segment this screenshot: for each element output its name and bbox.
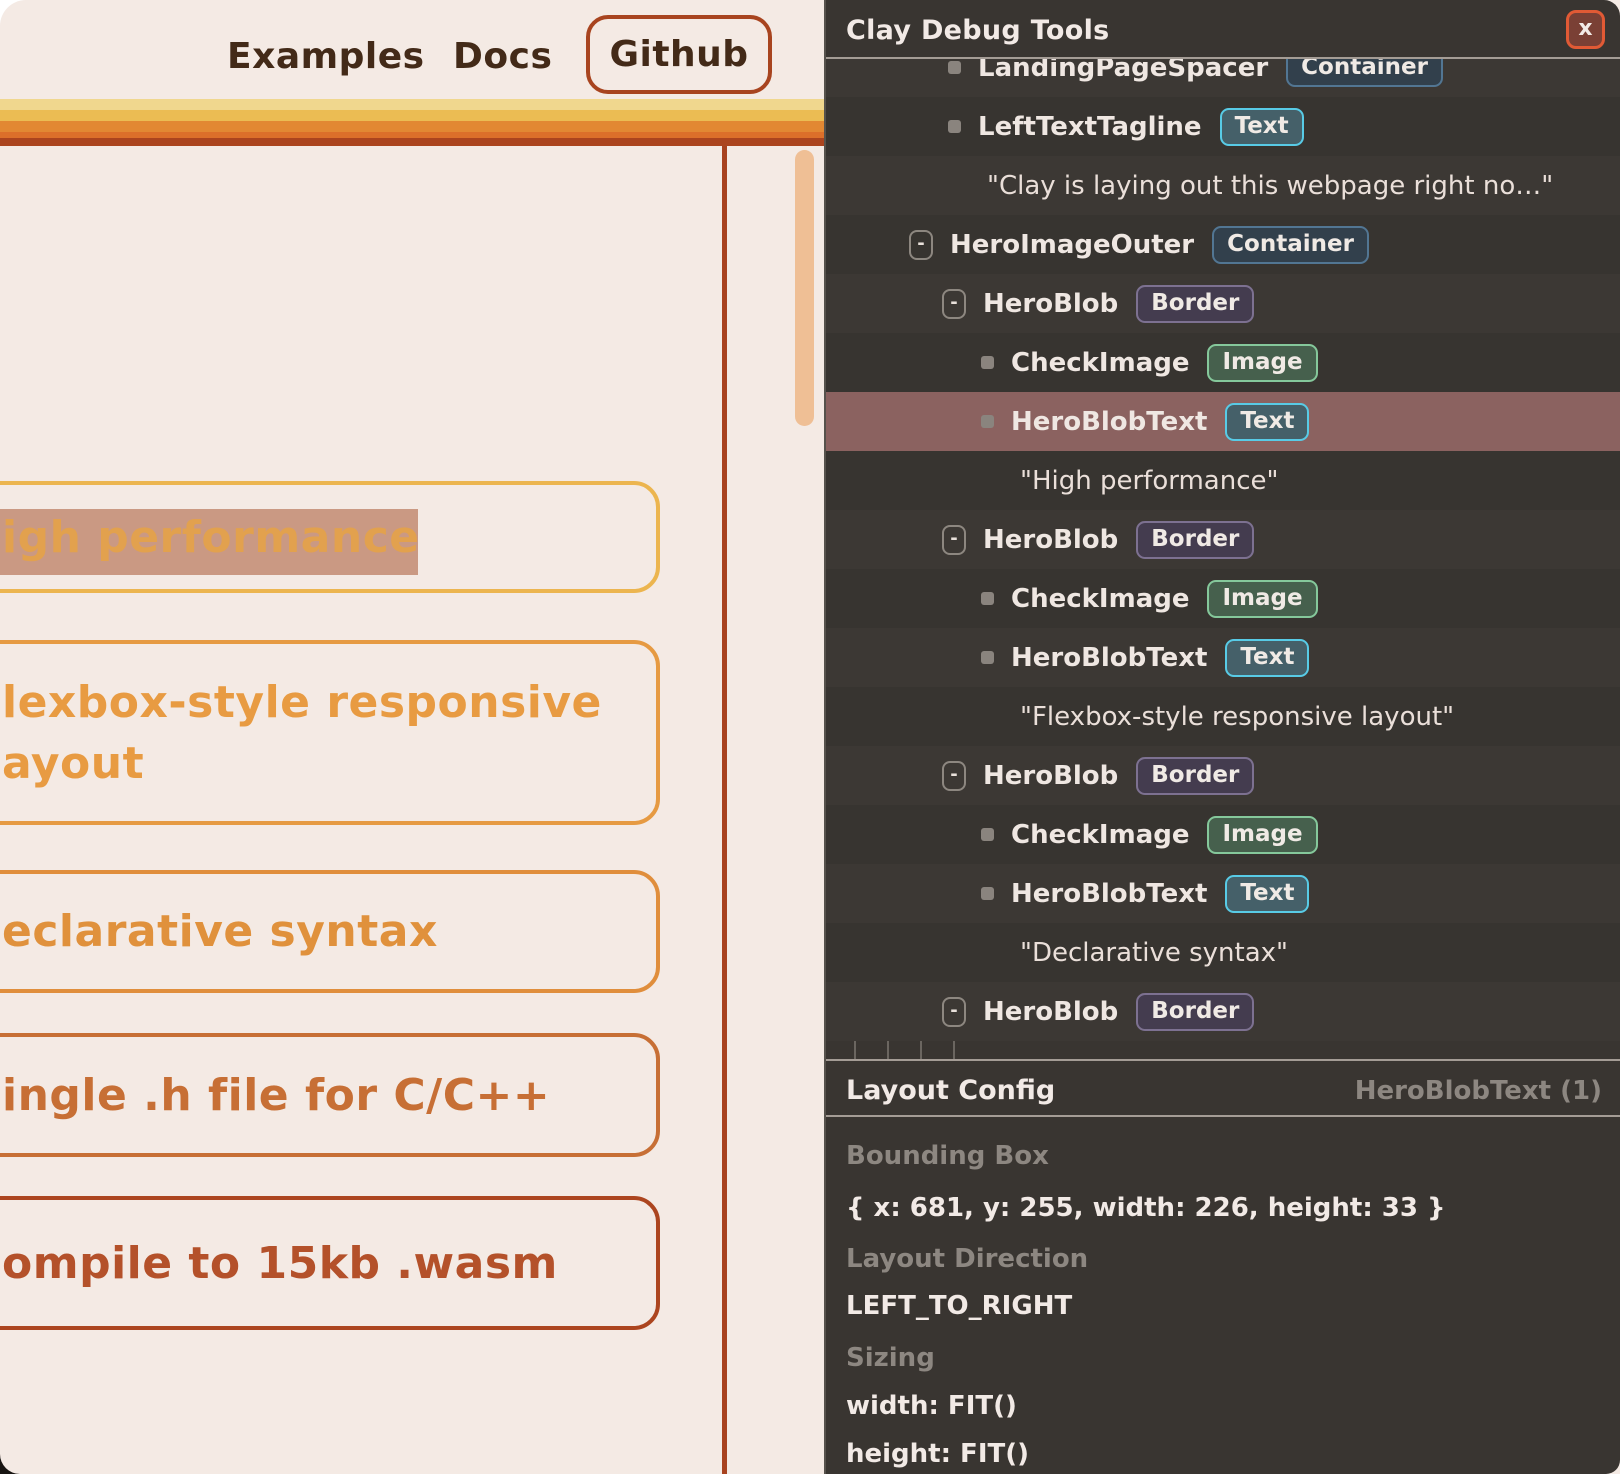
element-type-badge: Text <box>1225 639 1309 677</box>
tree-node-row[interactable]: CheckImage Image <box>826 569 1620 628</box>
tree-node-row[interactable]: -HeroImageOuter Container <box>826 215 1620 274</box>
element-name: CheckImage <box>1011 348 1189 378</box>
element-type-badge: Text <box>1220 108 1304 146</box>
element-type-badge: Image <box>1207 344 1317 382</box>
feature-text: igh performance <box>2 507 656 568</box>
debug-panel-header: Clay Debug Tools x <box>826 0 1620 59</box>
text-content-preview: "Declarative syntax" <box>1020 938 1288 968</box>
collapse-button[interactable]: - <box>942 289 966 319</box>
config-section-label: Layout Direction <box>846 1245 1088 1273</box>
feature-text: lexbox-style responsive <box>2 672 656 733</box>
element-type-badge: Border <box>1136 521 1254 559</box>
nav-link-docs[interactable]: Docs <box>453 36 552 77</box>
element-type-badge: Container <box>1212 226 1369 264</box>
clay-debug-panel: Clay Debug Tools x LandingPageSpacer Cont… <box>824 0 1620 1474</box>
leaf-bullet-icon <box>981 887 994 900</box>
config-section-label: Sizing <box>846 1344 935 1372</box>
tree-node-row[interactable]: -HeroBlob Border <box>826 510 1620 569</box>
tree-node-row[interactable]: HeroBlobText Text <box>826 864 1620 923</box>
feature-text: eclarative syntax <box>2 901 656 962</box>
github-button[interactable]: Github <box>586 15 772 94</box>
tree-node-row[interactable]: CheckImage Image <box>826 333 1620 392</box>
nav-link-examples[interactable]: Examples <box>227 36 425 77</box>
element-type-badge: Image <box>1207 816 1317 854</box>
layout-config-header: Layout Config HeroBlobText (1) <box>826 1059 1620 1117</box>
tree-node-row[interactable]: LeftTextTagline Text <box>826 97 1620 156</box>
text-content-preview: "High performance" <box>1020 466 1278 496</box>
tree-text-row[interactable]: "Declarative syntax" <box>826 923 1620 982</box>
collapse-button[interactable]: - <box>942 997 966 1027</box>
element-name: CheckImage <box>1011 584 1189 614</box>
element-name: HeroImageOuter <box>950 230 1194 260</box>
app-window: Examples Docs Github igh performance lexb… <box>0 0 1620 1474</box>
feature-box: ingle .h file for C/C++ <box>0 1033 660 1157</box>
tree-node-row[interactable]: HeroBlobText Text <box>826 628 1620 687</box>
element-name: HeroBlobText <box>1011 643 1207 673</box>
element-name: HeroBlob <box>983 761 1118 791</box>
debug-panel-title: Clay Debug Tools <box>846 15 1110 46</box>
config-value: { x: 681, y: 255, width: 226, height: 33… <box>846 1194 1446 1222</box>
tree-node-row[interactable]: -HeroBlob Border <box>826 982 1620 1041</box>
selected-element-label: HeroBlobText (1) <box>1355 1076 1602 1106</box>
tree-node-row[interactable]: -HeroBlob Border <box>826 274 1620 333</box>
close-button[interactable]: x <box>1566 10 1605 49</box>
config-section-label: Bounding Box <box>846 1142 1049 1170</box>
tree-text-row[interactable]: "High performance" <box>826 451 1620 510</box>
feature-text: ingle .h file for C/C++ <box>2 1065 656 1126</box>
leaf-bullet-icon <box>981 415 994 428</box>
element-name: LandingPageSpacer <box>978 59 1268 83</box>
tree-node-row[interactable]: -HeroBlob Border <box>826 746 1620 805</box>
feature-box: igh performance <box>0 481 660 593</box>
page-vertical-divider <box>722 146 727 1474</box>
layout-config-title: Layout Config <box>846 1075 1055 1106</box>
element-type-badge: Border <box>1136 757 1254 795</box>
leaf-bullet-icon <box>948 61 961 74</box>
leaf-bullet-icon <box>981 828 994 841</box>
text-content-preview: "Flexbox-style responsive layout" <box>1020 702 1454 732</box>
element-name: HeroBlobText <box>1011 879 1207 909</box>
config-value: LEFT_TO_RIGHT <box>846 1292 1072 1320</box>
tree-node-row[interactable]: LandingPageSpacer Container <box>826 59 1620 97</box>
feature-box: eclarative syntax <box>0 870 660 993</box>
collapse-button[interactable]: - <box>942 525 966 555</box>
feature-text: ayout <box>2 733 656 794</box>
element-tree: LandingPageSpacer Container LeftTextTaglin… <box>826 59 1620 1059</box>
element-name: HeroBlob <box>983 289 1118 319</box>
collapse-button[interactable]: - <box>942 761 966 791</box>
tree-text-row[interactable]: "Clay is laying out this webpage right n… <box>826 156 1620 215</box>
feature-box: ompile to 15kb .wasm <box>0 1196 660 1330</box>
leaf-bullet-icon <box>981 651 994 664</box>
element-name: HeroBlob <box>983 525 1118 555</box>
element-type-badge: Image <box>1207 580 1317 618</box>
element-type-badge: Text <box>1225 403 1309 441</box>
layout-config-body: Bounding Box { x: 681, y: 255, width: 226… <box>826 1117 1620 1474</box>
element-name: CheckImage <box>1011 820 1189 850</box>
tree-node-row[interactable]: CheckImage Image <box>826 805 1620 864</box>
page-scrollbar-thumb[interactable] <box>795 150 814 426</box>
leaf-bullet-icon <box>981 592 994 605</box>
element-name: HeroBlob <box>983 997 1118 1027</box>
feature-text: ompile to 15kb .wasm <box>2 1233 656 1294</box>
element-type-badge: Container <box>1286 59 1443 87</box>
tree-text-row[interactable]: "Flexbox-style responsive layout" <box>826 687 1620 746</box>
element-type-badge: Text <box>1225 875 1309 913</box>
element-name: HeroBlobText <box>1011 407 1207 437</box>
tree-node-row[interactable]: HeroBlobText Text <box>826 392 1620 451</box>
feature-box: lexbox-style responsiveayout <box>0 640 660 825</box>
collapse-button[interactable]: - <box>909 230 933 260</box>
config-value: width: FIT() <box>846 1392 1017 1420</box>
element-type-badge: Border <box>1136 285 1254 323</box>
config-value: height: FIT() <box>846 1440 1029 1468</box>
leaf-bullet-icon <box>948 120 961 133</box>
text-content-preview: "Clay is laying out this webpage right n… <box>987 171 1553 201</box>
element-name: LeftTextTagline <box>978 112 1202 142</box>
element-type-badge: Border <box>1136 993 1254 1031</box>
leaf-bullet-icon <box>981 356 994 369</box>
